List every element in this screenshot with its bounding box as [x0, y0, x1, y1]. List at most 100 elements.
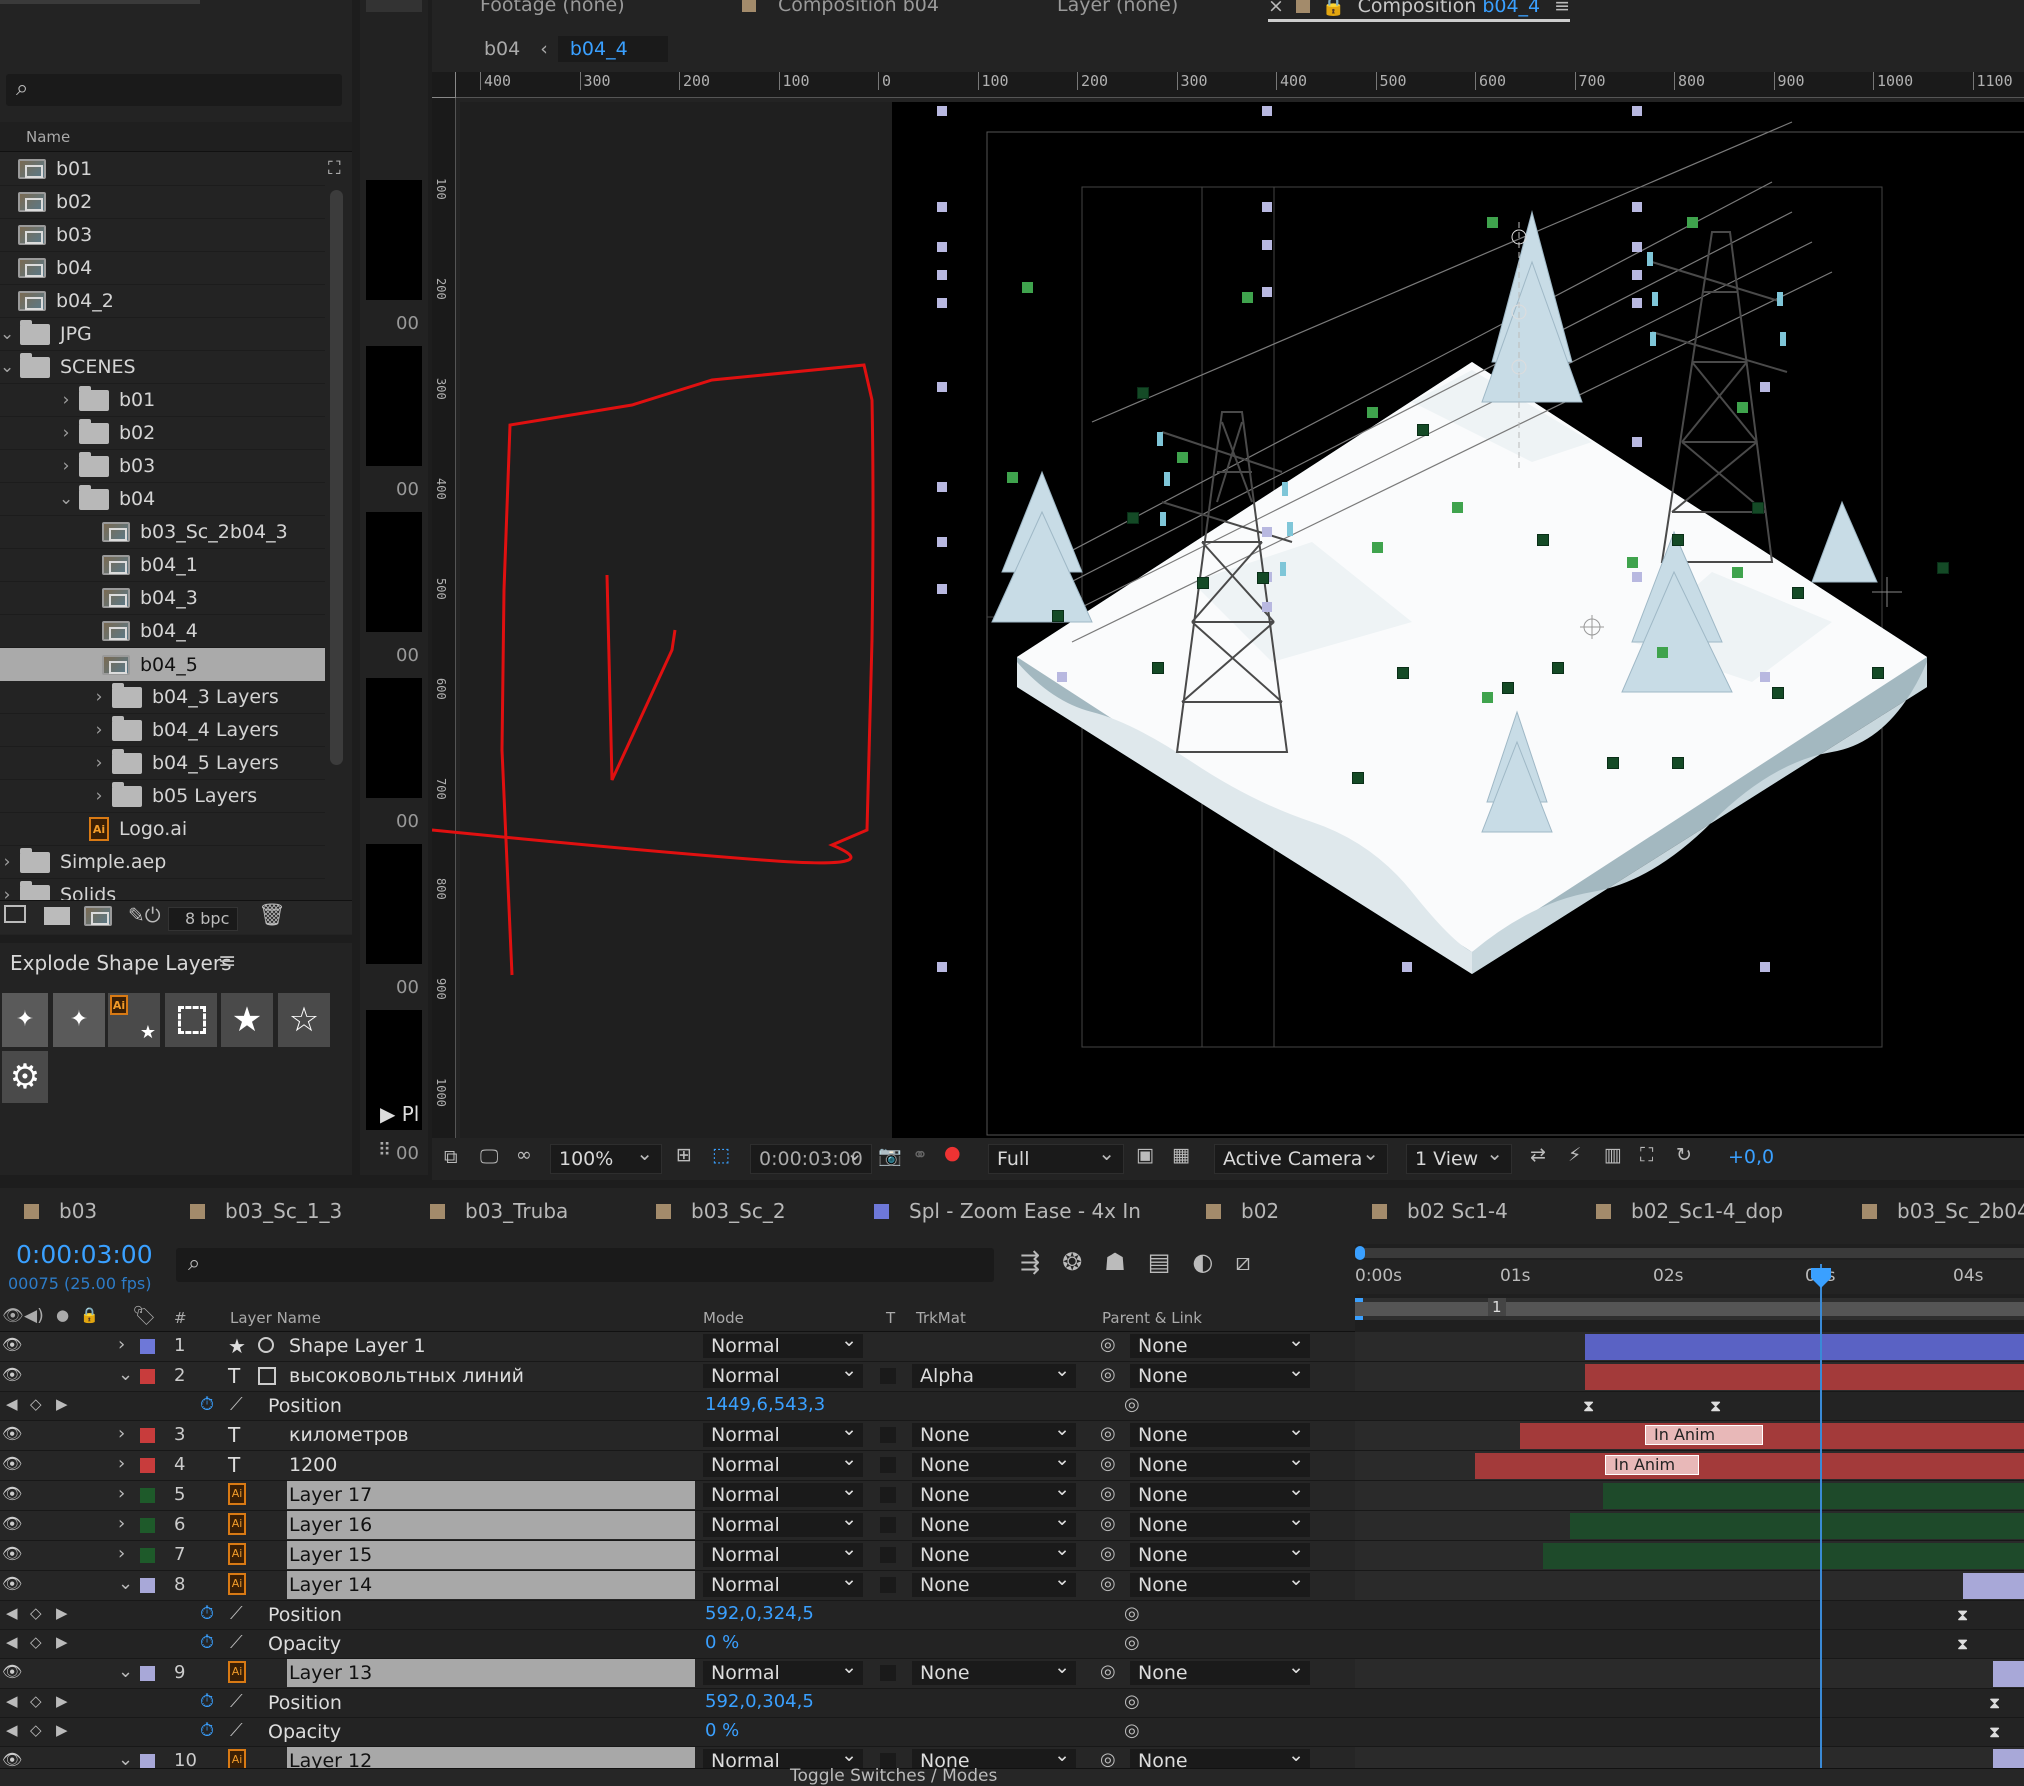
eye-header-icon[interactable]: 👁 — [2, 1306, 24, 1326]
chevron-down-icon[interactable]: ⌄ — [59, 489, 73, 509]
anchor-marker[interactable] — [1772, 687, 1784, 699]
time-navigator[interactable] — [1355, 1248, 2024, 1258]
work-area-bar[interactable]: 1 — [1355, 1298, 2024, 1320]
chevron-right-icon[interactable]: › — [59, 456, 73, 476]
timeline-layer-row[interactable]: 👁 › 1 ★ Shape Layer 1 Normal ⌄ ◎ None ⌄ — [0, 1332, 1355, 1362]
bpc-icon[interactable]: ✎⏻ — [128, 903, 161, 927]
keyframe-icon[interactable]: ⧗ — [1583, 1396, 1594, 1416]
selection-handle[interactable] — [1632, 437, 1642, 447]
timeline-tab[interactable]: b02 Sc1-4 — [1372, 1195, 1508, 1227]
layer-duration-bar[interactable] — [1475, 1453, 2024, 1479]
anchor-marker[interactable] — [1502, 682, 1514, 694]
pickwhip-icon[interactable]: ◎ — [1100, 1573, 1116, 1594]
trkmat-dropdown[interactable]: None ⌄ — [912, 1478, 1076, 1507]
keyframe-icon[interactable]: ⧗ — [1957, 1634, 1968, 1654]
chevron-right-icon[interactable]: › — [92, 753, 106, 773]
num-header[interactable]: # — [174, 1309, 187, 1327]
project-item[interactable]: b04_4 — [0, 615, 325, 648]
label-color-swatch[interactable] — [140, 1548, 155, 1563]
layer-name[interactable]: Layer 16 — [287, 1511, 695, 1539]
explode-star-button[interactable]: ✦ — [2, 993, 48, 1047]
layer-name[interactable]: Layer 17 — [287, 1481, 695, 1509]
preserve-transparency-box[interactable] — [880, 1577, 896, 1593]
parent-dropdown[interactable]: None ⌄ — [1130, 1538, 1310, 1567]
star-filled-button[interactable]: ★ — [221, 993, 273, 1047]
graph-icon[interactable]: ⟋ — [230, 1394, 243, 1415]
layer-track[interactable] — [1355, 1362, 2024, 1392]
layer-track[interactable] — [1355, 1511, 2024, 1541]
twirl-icon[interactable]: ⌄ — [118, 1749, 133, 1770]
timeline-layer-row[interactable]: 👁 › 4 T 1200 Normal ⌄ None ⌄ ◎ None ⌄ — [0, 1448, 1355, 1481]
keyframe-add-icon[interactable]: ◇ — [30, 1692, 42, 1710]
pickwhip-icon[interactable]: ◎ — [1100, 1364, 1116, 1385]
anchor-marker[interactable] — [1552, 662, 1564, 674]
project-item[interactable]: b04_1 — [0, 549, 325, 582]
label-color-swatch[interactable] — [140, 1458, 155, 1473]
mode-dropdown[interactable]: Normal ⌄ — [703, 1332, 863, 1358]
views-dropdown[interactable]: 1 View — [1406, 1141, 1512, 1174]
parent-dropdown[interactable]: None ⌄ — [1130, 1508, 1310, 1537]
selection-handle[interactable] — [1632, 572, 1642, 582]
layer-name[interactable]: Layer 13 — [287, 1659, 695, 1687]
property-value[interactable]: 592,0,324,5 — [705, 1603, 814, 1624]
project-item[interactable]: › b02 — [0, 417, 325, 450]
play-button[interactable]: ▶ Pl — [380, 1102, 419, 1126]
mode-dropdown[interactable]: Normal ⌄ — [703, 1478, 863, 1507]
null-marker[interactable] — [1487, 217, 1498, 228]
anchor-marker[interactable] — [1672, 534, 1684, 546]
anchor-marker[interactable] — [1672, 757, 1684, 769]
null-marker[interactable] — [1452, 502, 1463, 513]
layer-duration-bar[interactable] — [1543, 1543, 2024, 1569]
keyframe-nav-prev-icon[interactable]: ◀ — [6, 1692, 18, 1710]
layer-duration-bar[interactable] — [1603, 1483, 2024, 1509]
chevron-down-icon[interactable]: ⌄ — [0, 324, 14, 344]
layer-track[interactable] — [1355, 1541, 2024, 1571]
property-track[interactable]: ⧗ ⧗ — [1355, 1392, 2024, 1421]
twirl-icon[interactable]: › — [118, 1334, 125, 1355]
keyframe-nav-prev-icon[interactable]: ◀ — [6, 1395, 18, 1413]
project-item[interactable]: Ai Logo.ai — [0, 813, 325, 846]
mode-header[interactable]: Mode — [703, 1309, 744, 1327]
marker-label[interactable]: In Anim — [1605, 1455, 1699, 1475]
preserve-transparency-box[interactable] — [880, 1368, 896, 1384]
camera-dropdown[interactable]: Active Camera — [1214, 1141, 1388, 1174]
interpret-footage-icon[interactable] — [4, 905, 26, 923]
mask-icon[interactable]: ∞ — [516, 1144, 532, 1166]
property-track[interactable]: ⧗ — [1355, 1630, 2024, 1659]
mode-dropdown[interactable]: Normal ⌄ — [703, 1448, 863, 1477]
layer-track[interactable]: In Anim — [1355, 1421, 2024, 1451]
anchor-marker[interactable] — [1537, 534, 1549, 546]
null-marker[interactable] — [1737, 402, 1748, 413]
toggle-view-icon[interactable]: ⇄ — [1530, 1144, 1546, 1166]
keyframe-icon[interactable]: ⧗ — [1710, 1396, 1721, 1416]
project-item[interactable]: › Simple.aep — [0, 846, 325, 879]
timeline-property-row[interactable]: ◀ ◇ ▶ ⏱ ⟋ Position 592,0,304,5 ◎ — [0, 1689, 1355, 1718]
motion-blur-icon[interactable]: ◐ — [1192, 1248, 1213, 1282]
keyframe-nav-next-icon[interactable]: ▶ — [56, 1604, 68, 1622]
project-search-input[interactable]: ⌕ — [6, 74, 342, 106]
anchor-marker[interactable] — [1872, 667, 1884, 679]
grid-icon[interactable]: ⠿ — [378, 1140, 391, 1161]
frame-blending-icon[interactable]: ▤ — [1148, 1248, 1171, 1282]
timeline-tab[interactable]: b03 — [24, 1195, 97, 1227]
bpc-label[interactable]: 8 bpc — [168, 907, 238, 931]
draft-3d-icon[interactable]: ❂ — [1062, 1248, 1082, 1282]
project-item[interactable]: › b05 Layers — [0, 780, 325, 813]
comp-flowchart-icon[interactable]: ⇶ — [1020, 1248, 1040, 1282]
selection-handle[interactable] — [1262, 602, 1272, 612]
expression-pickwhip-icon[interactable]: ◎ — [1124, 1720, 1140, 1741]
reset-exposure-icon[interactable]: ↻ — [1676, 1144, 1692, 1166]
stopwatch-icon[interactable]: ⏱ — [200, 1394, 214, 1415]
visibility-eye-icon[interactable]: 👁 — [2, 1484, 22, 1503]
stopwatch-icon[interactable]: ⏱ — [200, 1720, 214, 1741]
keyframe-nav-next-icon[interactable]: ▶ — [56, 1633, 68, 1651]
keyframe-icon[interactable]: ⧗ — [1989, 1722, 2000, 1742]
star-outline-button[interactable]: ☆ — [278, 993, 330, 1047]
chevron-right-icon[interactable]: › — [59, 423, 73, 443]
shy-icon[interactable]: ☗ — [1104, 1248, 1126, 1282]
panel-menu-icon[interactable]: ≡ — [1554, 0, 1570, 17]
stopwatch-icon[interactable]: ⏱ — [200, 1632, 214, 1653]
trkmat-dropdown[interactable]: None ⌄ — [912, 1538, 1076, 1567]
selection-handle[interactable] — [1262, 527, 1272, 537]
pickwhip-icon[interactable]: ◎ — [1100, 1661, 1116, 1682]
